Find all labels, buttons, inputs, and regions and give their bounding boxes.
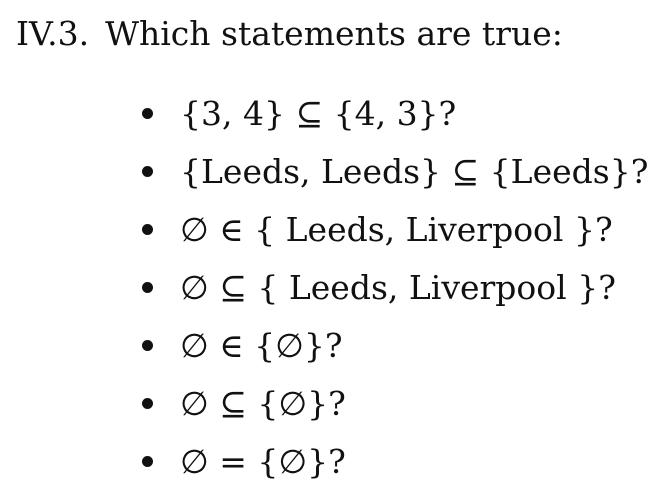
statement-text: ∅ ∈ {∅}? — [180, 325, 343, 365]
bullet-icon — [142, 165, 153, 177]
statement-text: ∅ ⊆ { Leeds, Liverpool }? — [180, 267, 616, 307]
bullet-icon — [142, 455, 153, 467]
list-item: ∅ ⊆ {∅}? — [142, 374, 648, 432]
bullet-icon — [142, 397, 153, 409]
question-heading: IV.3. Which statements are true: — [16, 14, 563, 54]
bullet-icon — [142, 223, 153, 235]
statement-text: ∅ = {∅}? — [180, 441, 346, 481]
list-item: ∅ = {∅}? — [142, 432, 648, 490]
question-text: Which statements are true: — [105, 14, 563, 53]
bullet-icon — [142, 339, 153, 351]
bullet-icon — [142, 281, 153, 293]
bullet-icon — [142, 107, 153, 119]
list-item: ∅ ⊆ { Leeds, Liverpool }? — [142, 258, 648, 316]
list-item: ∅ ∈ {∅}? — [142, 316, 648, 374]
list-item: {3, 4} ⊆ {4, 3}? — [142, 84, 648, 142]
statement-text: {3, 4} ⊆ {4, 3}? — [180, 93, 457, 133]
statement-text: {Leeds, Leeds} ⊆ {Leeds}? — [180, 151, 649, 191]
statement-text: ∅ ⊆ {∅}? — [180, 383, 346, 423]
statement-text: ∅ ∈ { Leeds, Liverpool }? — [180, 209, 613, 249]
list-item: {Leeds, Leeds} ⊆ {Leeds}? — [142, 142, 648, 200]
list-item: ∅ ∈ { Leeds, Liverpool }? — [142, 200, 648, 258]
statement-list: {3, 4} ⊆ {4, 3}? {Leeds, Leeds} ⊆ {Leeds… — [142, 84, 648, 490]
question-number: IV.3. — [16, 14, 90, 53]
